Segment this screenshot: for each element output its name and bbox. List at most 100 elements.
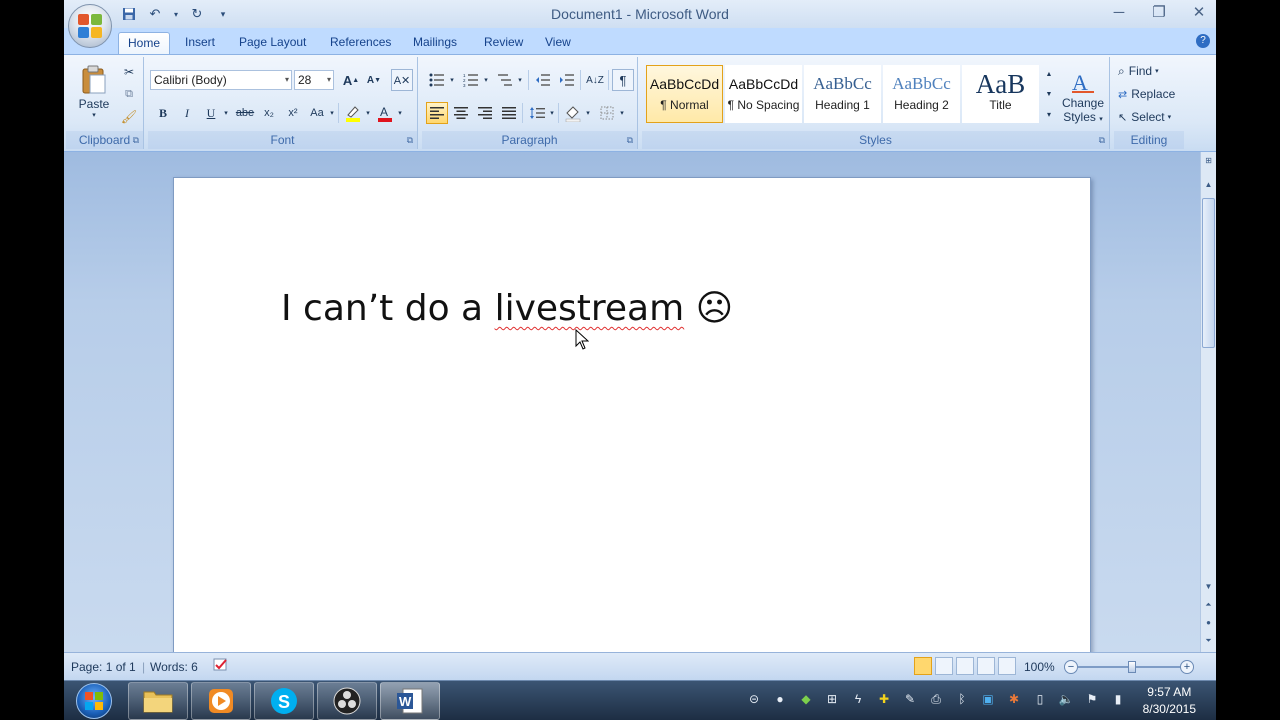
decrease-indent-icon[interactable] bbox=[532, 69, 554, 91]
bluetooth-icon[interactable]: ᛒ bbox=[954, 691, 970, 707]
close-button[interactable]: ✕ bbox=[1190, 3, 1208, 23]
tab-home[interactable]: Home bbox=[118, 32, 171, 54]
align-right-icon[interactable] bbox=[474, 102, 496, 124]
bullets-icon[interactable] bbox=[426, 69, 448, 91]
document-text[interactable]: I can’t do a livestream ☹ bbox=[281, 288, 733, 329]
font-color-icon[interactable]: A bbox=[374, 102, 396, 124]
tray-power-icon[interactable]: ϟ bbox=[850, 691, 866, 707]
paste-button[interactable]: Paste ▾ bbox=[74, 61, 114, 123]
print-layout-icon[interactable] bbox=[914, 657, 932, 675]
tab-view[interactable]: View bbox=[536, 32, 580, 54]
draft-icon[interactable] bbox=[998, 657, 1016, 675]
taskbar-obs[interactable] bbox=[317, 682, 377, 720]
taskbar-skype[interactable]: S bbox=[254, 682, 314, 720]
grow-font-button[interactable]: A ▲ bbox=[340, 69, 362, 91]
tray-display-icon[interactable]: ▣ bbox=[980, 691, 996, 707]
document-page[interactable]: I can’t do a livestream ☹ bbox=[173, 177, 1091, 657]
align-left-icon[interactable] bbox=[426, 102, 448, 124]
minimize-button[interactable]: ─ bbox=[1110, 3, 1128, 23]
zoom-knob[interactable] bbox=[1128, 661, 1136, 673]
tab-mailings[interactable]: Mailings bbox=[404, 32, 466, 54]
align-center-icon[interactable] bbox=[450, 102, 472, 124]
clipboard-dialog-launcher-icon[interactable]: ⧉ bbox=[133, 135, 139, 146]
zoom-level[interactable]: 100% bbox=[1024, 660, 1055, 674]
highlight-dropdown-icon[interactable]: ▾ bbox=[364, 102, 372, 124]
next-page-icon[interactable]: ⏷ bbox=[1202, 634, 1215, 648]
replace-button[interactable]: ⇄ Replace bbox=[1118, 84, 1175, 104]
increase-indent-icon[interactable] bbox=[556, 69, 578, 91]
cut-icon[interactable]: ✂ bbox=[118, 61, 140, 83]
styles-dialog-launcher-icon[interactable]: ⧉ bbox=[1099, 135, 1105, 146]
tray-obs-icon[interactable]: ● bbox=[772, 691, 788, 707]
tray-printer-icon[interactable]: ⎙ bbox=[928, 691, 944, 707]
help-icon[interactable]: ? bbox=[1196, 34, 1210, 48]
taskbar-media-player[interactable] bbox=[191, 682, 251, 720]
font-name-dropdown-icon[interactable]: ▾ bbox=[285, 71, 289, 89]
action-center-flag-icon[interactable]: ⚑ bbox=[1084, 691, 1100, 707]
italic-button[interactable]: I bbox=[176, 102, 198, 124]
justify-icon[interactable] bbox=[498, 102, 520, 124]
borders-icon[interactable] bbox=[596, 102, 618, 124]
scroll-up-icon[interactable]: ▲ bbox=[1202, 178, 1215, 192]
style-no-spacing[interactable]: AaBbCcDd ¶ No Spacing bbox=[725, 65, 802, 123]
superscript-button[interactable]: x² bbox=[282, 102, 304, 124]
find-button[interactable]: ⌕ Find ▾ bbox=[1118, 61, 1159, 81]
paragraph-dialog-launcher-icon[interactable]: ⧉ bbox=[627, 135, 633, 146]
styles-scroll-up-icon[interactable]: ▲ bbox=[1042, 65, 1056, 83]
styles-more-icon[interactable]: ▾ bbox=[1042, 105, 1056, 123]
web-layout-icon[interactable] bbox=[956, 657, 974, 675]
ruler-toggle-icon[interactable]: ⊞ bbox=[1202, 154, 1215, 168]
font-size-combo[interactable]: 28 ▾ bbox=[294, 70, 334, 90]
tray-color-icon[interactable]: ✱ bbox=[1006, 691, 1022, 707]
outline-icon[interactable] bbox=[977, 657, 995, 675]
scroll-down-icon[interactable]: ▼ bbox=[1202, 580, 1215, 594]
line-spacing-dropdown-icon[interactable]: ▾ bbox=[548, 102, 556, 124]
zoom-out-icon[interactable]: − bbox=[1064, 660, 1078, 674]
clear-formatting-icon[interactable]: A✕ bbox=[391, 69, 413, 91]
tray-windows-icon[interactable]: ⊞ bbox=[824, 691, 840, 707]
tray-icon-7[interactable]: ✎ bbox=[902, 691, 918, 707]
office-button[interactable] bbox=[68, 4, 112, 48]
select-button[interactable]: ↖ Select ▾ bbox=[1118, 107, 1171, 127]
clock[interactable]: 9:57 AM 8/30/2015 bbox=[1143, 684, 1196, 718]
shading-dropdown-icon[interactable]: ▾ bbox=[584, 102, 592, 124]
font-size-dropdown-icon[interactable]: ▾ bbox=[327, 71, 331, 89]
browse-object-icon[interactable]: ● bbox=[1202, 616, 1215, 630]
tray-device-icon[interactable]: ▯ bbox=[1032, 691, 1048, 707]
shrink-font-button[interactable]: A ▼ bbox=[363, 69, 385, 91]
strikethrough-button[interactable]: abe bbox=[234, 102, 256, 124]
network-signal-icon[interactable]: ▮ bbox=[1110, 691, 1126, 707]
word-count[interactable]: Words: 6 bbox=[150, 660, 198, 674]
show-formatting-button[interactable]: ¶ bbox=[612, 69, 634, 91]
change-case-dropdown-icon[interactable]: ▾ bbox=[328, 102, 336, 124]
styles-scroll-down-icon[interactable]: ▼ bbox=[1042, 85, 1056, 103]
maximize-button[interactable]: ❐ bbox=[1150, 3, 1168, 23]
style-normal[interactable]: AaBbCcDd ¶ Normal bbox=[646, 65, 723, 123]
underline-button[interactable]: U bbox=[200, 102, 222, 124]
volume-icon[interactable]: 🔈 bbox=[1058, 691, 1074, 707]
copy-icon[interactable]: ⧉ bbox=[118, 83, 140, 105]
font-name-combo[interactable]: Calibri (Body) ▾ bbox=[150, 70, 292, 90]
document-area[interactable]: I can’t do a livestream ☹ bbox=[64, 152, 1200, 657]
sort-icon[interactable]: A↓Z bbox=[584, 69, 606, 91]
numbering-dropdown-icon[interactable]: ▾ bbox=[482, 69, 490, 91]
style-heading-2[interactable]: AaBbCc Heading 2 bbox=[883, 65, 960, 123]
change-case-button[interactable]: Aa bbox=[306, 102, 328, 124]
tray-icon-1[interactable]: ⊝ bbox=[746, 691, 762, 707]
taskbar-explorer[interactable] bbox=[128, 682, 188, 720]
bullets-dropdown-icon[interactable]: ▾ bbox=[448, 69, 456, 91]
underline-dropdown-icon[interactable]: ▾ bbox=[222, 102, 230, 124]
format-painter-icon[interactable]: 🖌 bbox=[118, 106, 140, 128]
tray-icon-3[interactable]: ◆ bbox=[798, 691, 814, 707]
subscript-button[interactable]: x₂ bbox=[258, 102, 280, 124]
tab-review[interactable]: Review bbox=[475, 32, 532, 54]
zoom-in-icon[interactable]: + bbox=[1180, 660, 1194, 674]
multilevel-dropdown-icon[interactable]: ▾ bbox=[516, 69, 524, 91]
previous-page-icon[interactable]: ⏶ bbox=[1202, 598, 1215, 612]
tab-insert[interactable]: Insert bbox=[176, 32, 224, 54]
style-title[interactable]: AaB Title bbox=[962, 65, 1039, 123]
tab-page-layout[interactable]: Page Layout bbox=[230, 32, 315, 54]
full-screen-reading-icon[interactable] bbox=[935, 657, 953, 675]
font-dialog-launcher-icon[interactable]: ⧉ bbox=[407, 135, 413, 146]
tab-references[interactable]: References bbox=[321, 32, 400, 54]
